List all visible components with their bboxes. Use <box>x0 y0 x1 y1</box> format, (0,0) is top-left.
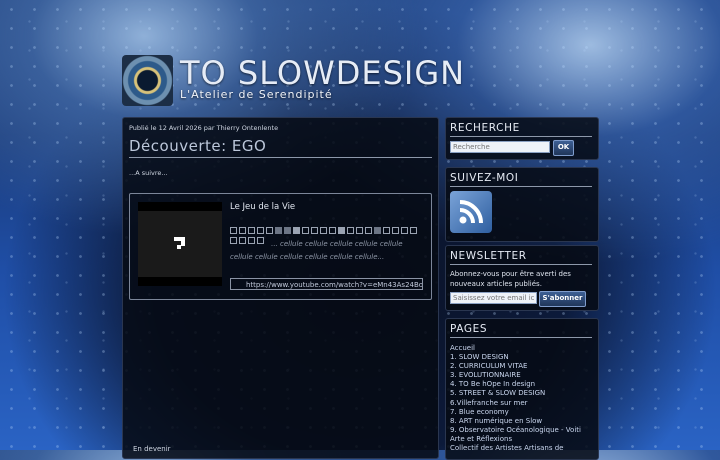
site-subtitle: L'Atelier de Serendipité <box>180 88 333 101</box>
follow-widget: SUIVEZ-MOI <box>445 167 599 242</box>
page-link[interactable]: 5. STREET & SLOW DESIGN <box>450 389 590 398</box>
cell-square <box>275 227 282 234</box>
post-excerpt: ...A suivre... <box>129 169 168 177</box>
search-button[interactable]: OK <box>553 140 574 156</box>
cell-square <box>365 227 372 234</box>
search-input[interactable] <box>450 141 550 153</box>
video-embed-card[interactable]: Le Jeu de la Vie ... cellule cellule cel… <box>129 193 432 300</box>
cell-square <box>392 227 399 234</box>
page-link[interactable]: 7. Blue economy <box>450 408 590 417</box>
game-of-life-glyph-icon <box>174 237 185 249</box>
cell-square <box>383 227 390 234</box>
page-link[interactable]: 8. ART numérique en Slow <box>450 417 590 426</box>
subscribe-button[interactable]: S'abonner <box>539 291 586 307</box>
cell-square <box>356 227 363 234</box>
cell-square <box>347 227 354 234</box>
page-link[interactable]: 9. Observatoire Océanologique - Voiti <box>450 426 590 435</box>
cell-square <box>257 227 264 234</box>
pages-widget: PAGES Accueil 1. SLOW DESIGN 2. CURRICUL… <box>445 318 599 460</box>
cell-square <box>401 227 408 234</box>
page-link[interactable]: Arte et Réflexions <box>450 435 590 444</box>
section-heading: En devenir <box>133 445 171 453</box>
letterbox-bottom <box>138 277 222 286</box>
page-link[interactable]: Collectif des Artistes Artisans de <box>450 444 590 453</box>
post-title[interactable]: Découverte: EGO <box>129 137 432 158</box>
cell-square <box>338 227 345 234</box>
cell-square <box>329 227 336 234</box>
site-logo[interactable] <box>122 55 173 106</box>
email-field[interactable] <box>450 292 537 304</box>
site-title[interactable]: TO SLOWDESIGN <box>180 54 465 92</box>
video-url-link[interactable]: https://www.youtube.com/watch?v=eMn43As2… <box>230 278 423 290</box>
cell-square <box>311 227 318 234</box>
pages-widget-title: PAGES <box>450 323 592 338</box>
page-link[interactable]: 2. CURRICULUM VITAE <box>450 362 590 371</box>
cell-square <box>320 227 327 234</box>
cell-square <box>257 237 264 244</box>
search-widget: RECHERCHE OK <box>445 117 599 160</box>
pages-list: Accueil 1. SLOW DESIGN 2. CURRICULUM VIT… <box>450 344 590 453</box>
post-meta: Publié le 12 Avril 2026 par Thierry Onte… <box>129 124 279 132</box>
page-link[interactable]: 1. SLOW DESIGN <box>450 353 590 362</box>
cell-square <box>239 237 246 244</box>
cell-square <box>284 227 291 234</box>
cell-square <box>266 227 273 234</box>
letterbox-top <box>138 202 222 211</box>
page-link[interactable]: 4. TO Be hOpe In design <box>450 380 590 389</box>
page-link[interactable]: 3. EVOLUTIONNAIRE <box>450 371 590 380</box>
newsletter-widget: NEWSLETTER Abonnez-vous pour être averti… <box>445 245 599 311</box>
cell-square <box>410 227 417 234</box>
cell-square <box>239 227 246 234</box>
video-description-text: ... cellule cellule cellule cellule cell… <box>230 240 403 261</box>
cell-square <box>374 227 381 234</box>
page-link[interactable]: Accueil <box>450 344 590 353</box>
cell-square <box>230 237 237 244</box>
cell-square <box>248 227 255 234</box>
video-thumbnail[interactable] <box>138 202 222 286</box>
newsletter-widget-title: NEWSLETTER <box>450 250 592 265</box>
cell-square <box>248 237 255 244</box>
search-widget-title: RECHERCHE <box>450 122 592 137</box>
follow-widget-title: SUIVEZ-MOI <box>450 172 592 187</box>
rss-icon[interactable] <box>450 191 492 233</box>
cell-square <box>302 227 309 234</box>
video-title[interactable]: Le Jeu de la Vie <box>230 202 295 212</box>
page-link[interactable]: 6.Villefranche sur mer <box>450 399 590 408</box>
main-content: Publié le 12 Avril 2026 par Thierry Onte… <box>122 117 439 459</box>
newsletter-description: Abonnez-vous pour être averti des nouvea… <box>450 270 571 288</box>
cell-square <box>293 227 300 234</box>
video-description: ... cellule cellule cellule cellule cell… <box>230 226 425 262</box>
cell-square <box>230 227 237 234</box>
